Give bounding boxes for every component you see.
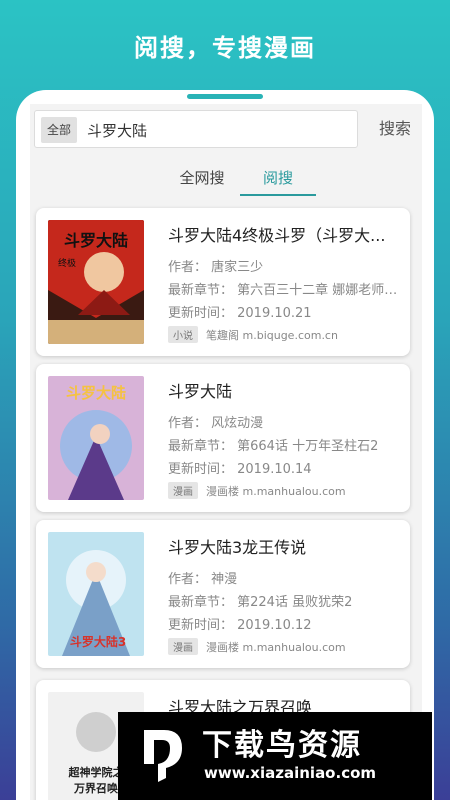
result-card[interactable]: 斗罗大陆3 斗罗大陆3龙王传说 作者： 神漫 最新章节： 第224话 虽败犹荣2… [36, 520, 410, 668]
result-card[interactable]: 斗罗大陆 终极 斗罗大陆4终极斗罗（斗罗大... 作者： 唐家三少 最新章节： … [36, 208, 410, 356]
svg-text:超神学院之: 超神学院之 [68, 765, 124, 779]
phone-frame: 全部 搜索 全网搜 阅搜 斗罗大陆 终极 [16, 90, 434, 800]
result-latest-chapter: 最新章节： 第六百三十二章 娜娜老师留... [168, 283, 404, 298]
bird-logo-icon [136, 724, 190, 792]
book-cover-image: 斗罗大陆3 [48, 532, 144, 656]
watermark-url: www.xiazainiao.com [204, 764, 377, 782]
svg-text:万界召唤: 万界召唤 [73, 781, 118, 795]
search-input[interactable] [87, 117, 347, 143]
book-cover-image: 斗罗大陆 终极 [48, 220, 144, 344]
svg-text:斗罗大陆3: 斗罗大陆3 [70, 634, 126, 649]
source-text: 漫画楼 m.manhualou.com [206, 485, 346, 498]
result-card[interactable]: 斗罗大陆 斗罗大陆 作者： 风炫动漫 最新章节： 第664话 十万年圣柱石2 更… [36, 364, 410, 512]
app-screen: 全部 搜索 全网搜 阅搜 斗罗大陆 终极 [30, 104, 422, 800]
result-updated: 更新时间： 2019.10.21 [168, 306, 312, 321]
source-text: 漫画楼 m.manhualou.com [206, 641, 346, 654]
result-title: 斗罗大陆4终极斗罗（斗罗大... [168, 226, 386, 245]
tab-all-web[interactable]: 全网搜 [164, 160, 240, 200]
site-watermark: 下载鸟资源 www.xiazainiao.com [118, 712, 432, 800]
type-badge: 漫画 [168, 638, 198, 655]
promo-headline: 阅搜，专搜漫画 [134, 34, 316, 62]
result-source: 漫画 漫画楼 m.manhualou.com [168, 482, 346, 499]
type-badge: 小说 [168, 326, 198, 343]
search-scope-chip[interactable]: 全部 [41, 117, 78, 143]
source-text: 笔趣阁 m.biquge.com.cn [206, 329, 338, 342]
result-updated: 更新时间： 2019.10.14 [168, 462, 312, 477]
search-tabs: 全网搜 阅搜 [30, 160, 422, 200]
result-author: 作者： 神漫 [168, 572, 238, 587]
svg-text:斗罗大陆: 斗罗大陆 [64, 231, 128, 250]
result-source: 漫画 漫画楼 m.manhualou.com [168, 638, 346, 655]
result-title: 斗罗大陆 [168, 382, 233, 401]
search-bar: 全部 搜索 [30, 104, 422, 160]
tab-yuesou[interactable]: 阅搜 [240, 160, 316, 200]
svg-text:斗罗大陆: 斗罗大陆 [66, 384, 126, 402]
search-button[interactable]: 搜索 [368, 110, 422, 148]
result-author: 作者： 唐家三少 [168, 260, 264, 275]
book-cover-image: 斗罗大陆 [48, 376, 144, 500]
phone-notch [187, 94, 263, 99]
result-author: 作者： 风炫动漫 [168, 416, 264, 431]
result-latest-chapter: 最新章节： 第224话 虽败犹荣2 [168, 595, 353, 610]
result-latest-chapter: 最新章节： 第664话 十万年圣柱石2 [168, 439, 379, 454]
search-box[interactable]: 全部 [34, 110, 358, 148]
svg-text:终极: 终极 [58, 257, 76, 269]
type-badge: 漫画 [168, 482, 198, 499]
result-source: 小说 笔趣阁 m.biquge.com.cn [168, 326, 338, 343]
watermark-title: 下载鸟资源 [202, 728, 362, 763]
result-updated: 更新时间： 2019.10.12 [168, 618, 312, 633]
result-title: 斗罗大陆3龙王传说 [168, 538, 307, 557]
